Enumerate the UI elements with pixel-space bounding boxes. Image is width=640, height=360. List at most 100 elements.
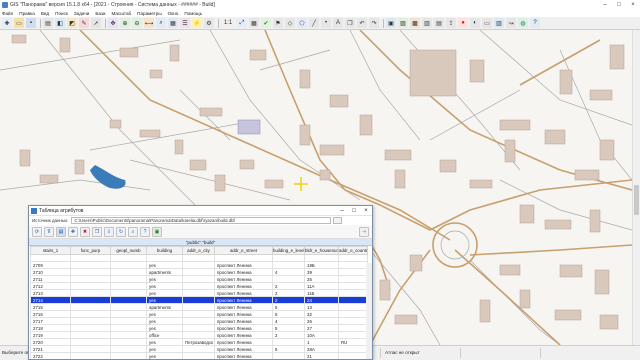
table-cell[interactable] <box>338 296 368 304</box>
export-icon[interactable]: ⇪ <box>446 18 456 28</box>
table-row[interactable]: 2722 yes проспект Ленина 21 <box>30 352 368 359</box>
table-cell[interactable]: yes <box>146 282 183 290</box>
undo-icon[interactable]: ↶ <box>357 18 367 28</box>
table-cell[interactable]: 26 <box>304 317 339 325</box>
table-cell[interactable] <box>338 275 368 283</box>
table-cell[interactable] <box>338 282 368 290</box>
filter-cell[interactable] <box>304 254 339 262</box>
table-cell[interactable]: 5 <box>272 324 305 332</box>
table-cell[interactable] <box>70 275 111 283</box>
table-vertical-scrollbar[interactable] <box>366 263 372 359</box>
table-cell[interactable]: проспект Ленина <box>214 282 273 290</box>
table-cell[interactable] <box>70 352 111 359</box>
table-cell[interactable]: проспект Ленина <box>214 303 273 311</box>
measure-icon[interactable]: ⟷ <box>144 18 154 28</box>
dialog-maximize-button[interactable]: □ <box>348 208 360 214</box>
table-cell[interactable] <box>70 303 111 311</box>
table-cell[interactable] <box>110 310 147 318</box>
data-source-path-field[interactable]: C:\Users\Public\Documents\panorama\Panor… <box>71 217 332 224</box>
open-icon[interactable]: ▭ <box>14 18 24 28</box>
table-cell[interactable]: 2710 <box>30 268 71 276</box>
table-cell[interactable]: 1 <box>304 338 339 346</box>
close-button[interactable]: × <box>626 2 640 8</box>
legend-icon[interactable]: ☰ <box>180 18 190 28</box>
column-header[interactable]: building <box>146 246 183 255</box>
table-cell[interactable] <box>110 317 147 325</box>
table-cell[interactable] <box>182 324 215 332</box>
brightness-icon[interactable]: ◐ <box>470 18 480 28</box>
save-icon[interactable]: ▪ <box>26 18 36 28</box>
table-cell[interactable] <box>338 268 368 276</box>
table-cell[interactable]: 2720 <box>30 338 71 346</box>
table-cell[interactable]: 2 <box>272 331 305 339</box>
table-cell[interactable] <box>182 331 215 339</box>
table-cell[interactable] <box>338 317 368 325</box>
table-row[interactable]: 2715 apartments проспект Ленина 5 13 <box>30 303 368 311</box>
table-cell[interactable] <box>338 345 368 353</box>
fit-icon[interactable]: ⤢ <box>237 18 247 28</box>
copy-row-icon[interactable]: ❐ <box>92 226 102 237</box>
table-cell[interactable] <box>182 345 215 353</box>
table-cell[interactable] <box>338 310 368 318</box>
table-cell[interactable] <box>70 296 111 304</box>
table-row[interactable]: 2710 apartments проспект Ленина 4 39 <box>30 268 368 276</box>
table-cell[interactable] <box>272 275 305 283</box>
table-cell[interactable] <box>272 261 305 269</box>
table-cell[interactable]: yes <box>146 352 183 359</box>
table-row[interactable]: 2720 yes Петрозаводск проспект Ленина 1 RU <box>30 338 368 346</box>
column-header[interactable]: addr_e_city <box>182 246 215 255</box>
raster-icon[interactable]: ▩ <box>410 18 420 28</box>
menu-search[interactable]: Поиск <box>55 11 68 16</box>
table-cell[interactable] <box>110 345 147 353</box>
filter-cell[interactable] <box>214 254 273 262</box>
table-cell[interactable]: 21 <box>304 352 339 359</box>
layers-icon[interactable]: ◧ <box>55 18 65 28</box>
column-header[interactable]: addr_e_street <box>214 246 273 255</box>
table-cell[interactable] <box>70 261 111 269</box>
table-row[interactable]: 2717 yes проспект Ленина 4 26 <box>30 317 368 325</box>
table-cell[interactable]: 19Б <box>304 261 339 269</box>
column-header[interactable]: building_e_levels <box>272 246 305 255</box>
table-cell[interactable] <box>338 352 368 359</box>
search-icon[interactable]: ⌕ <box>156 18 166 28</box>
table-row[interactable]: 2713 yes проспект Ленина 2 11Б <box>30 289 368 297</box>
export-icon[interactable]: ⇩ <box>104 226 114 237</box>
map-icon[interactable]: ▨ <box>398 18 408 28</box>
table-cell[interactable]: проспект Ленина <box>214 275 273 283</box>
table-row[interactable]: 2716 yes проспект Ленина 5 32 <box>30 310 368 318</box>
search-icon[interactable]: ⌕ <box>128 226 138 237</box>
vertex-icon[interactable]: ◇ <box>285 18 295 28</box>
table-cell[interactable] <box>70 345 111 353</box>
filter-cell[interactable] <box>182 254 215 262</box>
menu-parameters[interactable]: Параметры <box>137 11 162 16</box>
copy-icon[interactable]: ❐ <box>345 18 355 28</box>
table-cell[interactable]: проспект Ленина <box>214 261 273 269</box>
column-header[interactable]: geopl_numb <box>110 246 147 255</box>
line-icon[interactable]: ╱ <box>309 18 319 28</box>
print-icon[interactable]: ▤ <box>43 18 53 28</box>
table-cell[interactable] <box>338 289 368 297</box>
table-cell[interactable]: yes <box>146 289 183 297</box>
table-cell[interactable]: проспект Ленина <box>214 296 273 304</box>
refresh-icon[interactable]: ⟳ <box>32 226 42 237</box>
filter-cell[interactable] <box>30 254 71 262</box>
sheet-icon[interactable]: ▭ <box>482 18 492 28</box>
edit-icon[interactable]: ✎ <box>79 18 89 28</box>
minimize-button[interactable]: – <box>598 2 612 8</box>
table-cell[interactable]: проспект Ленина <box>214 268 273 276</box>
map-vertical-scrollbar[interactable] <box>632 30 640 345</box>
table-cell[interactable] <box>110 282 147 290</box>
text-icon[interactable]: A <box>333 18 343 28</box>
table-cell[interactable] <box>338 303 368 311</box>
table-cell[interactable] <box>272 352 305 359</box>
table-cell[interactable]: yes <box>146 338 183 346</box>
menu-tasks[interactable]: Задачи <box>74 11 89 16</box>
statistics-icon[interactable]: ▤ <box>434 18 444 28</box>
table-cell[interactable]: yes <box>146 261 183 269</box>
table-cell[interactable]: проспект Ленина <box>214 338 273 346</box>
table-row[interactable]: 2719 office проспект Ленина 2 10А <box>30 331 368 339</box>
table-cell[interactable]: yes <box>146 317 183 325</box>
table-cell[interactable]: 24 <box>304 296 339 304</box>
table-cell[interactable]: 2713 <box>30 289 71 297</box>
table-cell[interactable] <box>110 268 147 276</box>
